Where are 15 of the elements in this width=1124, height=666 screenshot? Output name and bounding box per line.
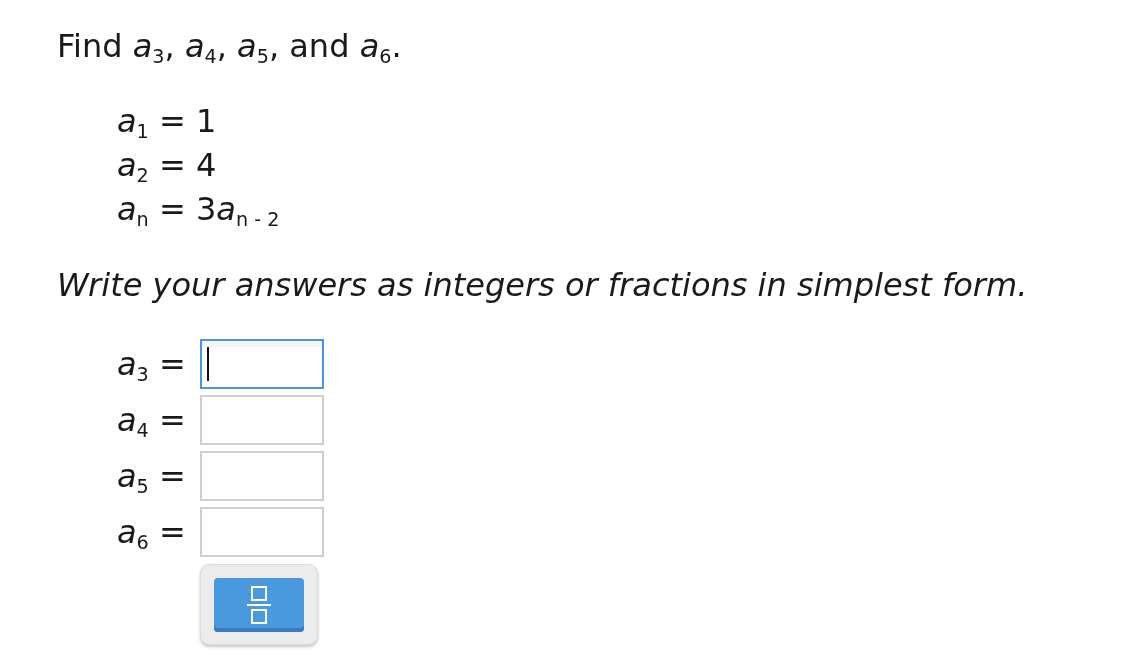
answer-label: a$_{6}$ = <box>117 512 187 552</box>
answer-label: a$_{5}$ = <box>117 456 187 496</box>
instruction-text: Write your answers as integers or fractions in simplest form. <box>57 265 1028 305</box>
fraction-template-icon <box>247 585 271 624</box>
given-equation: a$_{n}$ = 3a$_{n - 2}$ <box>117 189 280 231</box>
answer-label: a$_{3}$ = <box>117 344 187 384</box>
answer-field[interactable] <box>200 507 324 557</box>
answer-field[interactable] <box>200 395 324 445</box>
answer-field[interactable] <box>200 339 324 389</box>
question-prompt: Find a$_{3}$, a$_{4}$, a$_{5}$, and a$_{6}$. <box>57 26 402 66</box>
given-equation: a$_{2}$ = 4 <box>117 145 217 187</box>
fraction-button[interactable] <box>214 577 304 632</box>
given-equation: a$_{1}$ = 1 <box>117 101 217 143</box>
answer-label: a$_{4}$ = <box>117 400 187 440</box>
answer-field[interactable] <box>200 451 324 501</box>
